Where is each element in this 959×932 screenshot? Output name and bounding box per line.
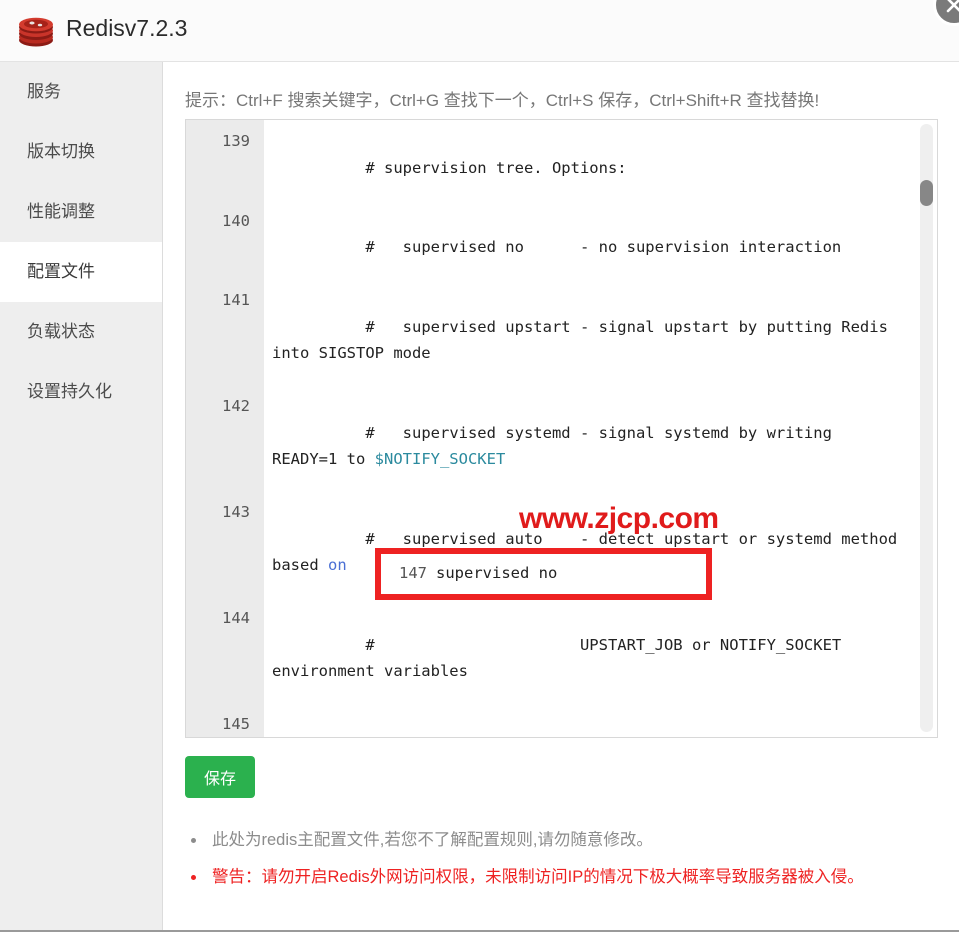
sidebar: 服务 版本切换 性能调整 配置文件 负载状态 设置持久化 [0, 62, 163, 930]
line-number: 139 [222, 132, 250, 150]
line-number: 142 [222, 397, 250, 415]
line-text: # supervision tree. Options: [365, 158, 627, 177]
sidebar-item-load-status[interactable]: 负载状态 [0, 302, 162, 362]
code-line[interactable]: 145# Note: these supervision methods onl… [186, 711, 937, 737]
list-item: 警告：请勿开启Redis外网访问权限，未限制访问IP的情况下极大概率导致服务器被… [185, 859, 925, 896]
sidebar-item-service[interactable]: 服务 [0, 62, 162, 122]
redis-logo-icon [16, 16, 56, 48]
page-title: Redisv7.2.3 [66, 15, 188, 41]
code-line[interactable]: 143 # supervised auto - detect upstart or… [186, 499, 937, 605]
sidebar-item-performance-tuning[interactable]: 性能调整 [0, 182, 162, 242]
bullet-icon [191, 875, 196, 880]
bullet-icon [191, 838, 196, 843]
note-text: 警告：请勿开启Redis外网访问权限，未限制访问IP的情况下极大概率导致服务器被… [212, 868, 864, 886]
line-number: 143 [222, 503, 250, 521]
line-text: # supervised upstart - signal upstart by… [272, 317, 898, 363]
line-number: 140 [222, 211, 250, 230]
sidebar-item-config-file[interactable]: 配置文件 [0, 242, 162, 302]
line-text: # UPSTART_JOB or NOTIFY_SOCKET environme… [272, 635, 851, 681]
line-number: 144 [222, 609, 250, 627]
sidebar-item-label: 版本切换 [27, 142, 95, 161]
line-number: 145 [222, 715, 250, 733]
code-line[interactable]: 142 # supervised systemd - signal systemd… [186, 393, 937, 499]
list-item: 此处为redis主配置文件,若您不了解配置规则,请勿随意修改。 [185, 822, 925, 859]
code-line[interactable]: 144 # UPSTART_JOB or NOTIFY_SOCKET enviro… [186, 605, 937, 711]
sidebar-item-label: 设置持久化 [27, 382, 112, 401]
editor-code-area[interactable]: 139 # supervision tree. Options: 140 # sup… [186, 128, 937, 737]
sidebar-item-label: 负载状态 [27, 322, 95, 341]
line-number: 141 [222, 291, 250, 309]
line-text: # supervised no - no supervision interac… [365, 238, 842, 256]
sidebar-item-persistence-settings[interactable]: 设置持久化 [0, 362, 162, 422]
shortcut-hint-text: 提示：Ctrl+F 搜索关键字，Ctrl+G 查找下一个，Ctrl+S 保存，C… [185, 91, 820, 110]
editor-scrollbar-thumb[interactable] [920, 180, 933, 206]
sidebar-item-label: 配置文件 [27, 262, 95, 281]
sidebar-item-label: 服务 [27, 82, 61, 101]
line-text-variable: $NOTIFY_SOCKET [374, 450, 506, 468]
sidebar-item-version-switch[interactable]: 版本切换 [0, 122, 162, 182]
code-line[interactable]: 140 # supervised no - no supervision inte… [186, 208, 937, 288]
notes-list: 此处为redis主配置文件,若您不了解配置规则,请勿随意修改。 警告：请勿开启R… [185, 822, 925, 896]
line-text-variable: on [328, 556, 347, 574]
main-panel: 提示：Ctrl+F 搜索关键字，Ctrl+G 查找下一个，Ctrl+S 保存，C… [164, 62, 959, 930]
sidebar-item-label: 性能调整 [27, 202, 95, 221]
save-button[interactable]: 保存 [185, 756, 255, 798]
title-bar: Redisv7.2.3 [0, 0, 959, 62]
editor-scrollbar[interactable] [920, 124, 933, 732]
line-text: # supervised auto - detect upstart or sy… [272, 529, 907, 575]
note-text: 此处为redis主配置文件,若您不了解配置规则,请勿随意修改。 [212, 831, 653, 849]
line-text: # supervised systemd - signal systemd by… [272, 423, 842, 469]
close-icon[interactable] [933, 0, 959, 26]
code-line[interactable]: 141 # supervised upstart - signal upstart… [186, 287, 937, 393]
app-window: Redisv7.2.3 服务 版本切换 性能调整 配置文件 负载状态 设置持久化 [0, 0, 959, 932]
config-file-editor[interactable]: 139 # supervision tree. Options: 140 # sup… [185, 119, 938, 738]
code-line[interactable]: 139 # supervision tree. Options: [186, 128, 937, 208]
